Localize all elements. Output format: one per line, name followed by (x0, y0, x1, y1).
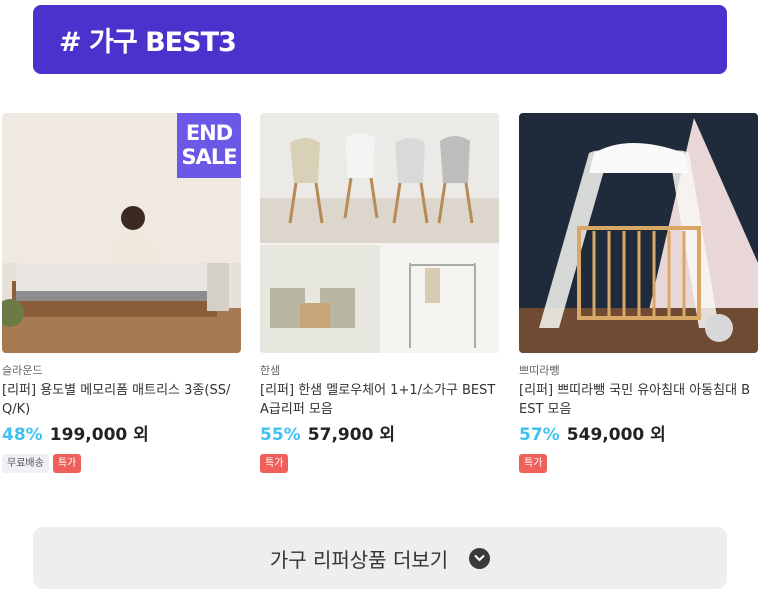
price-row: 55% 57,900 외 (260, 423, 499, 447)
banner-title: # 가구 BEST3 (59, 27, 237, 58)
product-title[interactable]: [리퍼] 한샘 멜로우체어 1+1/소가구 BEST A급리퍼 모음 (260, 381, 499, 419)
view-more-button[interactable]: 가구 리퍼상품 더보기 (33, 527, 727, 589)
price-row: 57% 549,000 외 (519, 423, 758, 447)
free-shipping-tag: 무료배송 (2, 454, 49, 473)
badge-line-end: END (185, 121, 233, 145)
product-title[interactable]: [리퍼] 용도별 메모리폼 매트리스 3종(SS/Q/K) (2, 381, 241, 419)
category-banner: # 가구 BEST3 (33, 5, 727, 74)
discount-rate: 57% (519, 425, 560, 445)
product-title[interactable]: [리퍼] 쁘띠라뺑 국민 유아침대 아동침대 BEST 모음 (519, 381, 758, 419)
product-image[interactable]: END SALE (2, 113, 241, 353)
product-card-mattress[interactable]: END SALE 슬라운드 [리퍼] 용도별 메모리폼 매트리스 3종(SS/Q… (2, 113, 241, 474)
chevron-down-icon (469, 547, 491, 569)
end-sale-badge: END SALE (177, 113, 241, 178)
product-card-crib[interactable]: 쁘띠라뺑 [리퍼] 쁘띠라뺑 국민 유아침대 아동침대 BEST 모음 57% … (519, 113, 758, 474)
product-image[interactable] (260, 113, 499, 353)
product-image[interactable] (519, 113, 758, 353)
special-price-tag: 특가 (52, 454, 82, 473)
seller-name: 슬라운드 (2, 364, 43, 377)
special-price-tag: 특가 (260, 454, 289, 473)
discount-rate: 48% (2, 425, 43, 445)
seller-name: 쁘띠라뺑 (519, 364, 560, 377)
price-row: 48% 199,000 외 (2, 423, 241, 447)
product-price: 199,000 외 (49, 425, 149, 445)
special-price-tag: 특가 (519, 454, 548, 473)
seller-name: 한샘 (260, 364, 281, 377)
product-price: 549,000 외 (566, 425, 666, 445)
view-more-label: 가구 리퍼상품 더보기 (269, 547, 449, 572)
product-price: 57,900 외 (307, 425, 395, 445)
tag-list: 특가 (519, 454, 758, 474)
tag-list: 특가 (260, 454, 499, 474)
badge-line-sale: SALE (181, 145, 237, 169)
tag-list: 무료배송 특가 (2, 454, 241, 474)
discount-rate: 55% (260, 425, 301, 445)
product-card-chair[interactable]: 한샘 [리퍼] 한샘 멜로우체어 1+1/소가구 BEST A급리퍼 모음 55… (260, 113, 499, 474)
